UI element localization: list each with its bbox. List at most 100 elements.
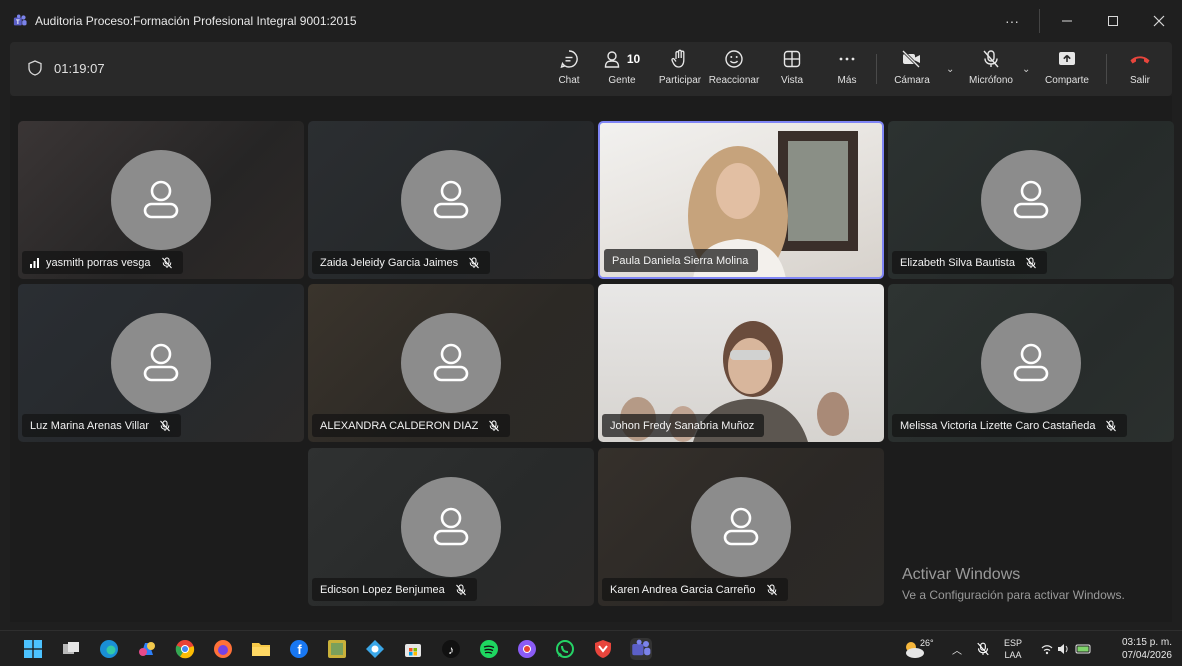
keyboard-layout: LAA	[1004, 650, 1022, 660]
person-icon	[1013, 180, 1049, 219]
avatar	[401, 313, 501, 413]
teams-icon	[632, 639, 651, 656]
participant-tile[interactable]: yasmith porras vesga	[18, 121, 304, 279]
maximize-button[interactable]	[1090, 0, 1136, 42]
raise-hand-button[interactable]: Participar	[654, 46, 706, 92]
clock-time: 03:15 p. m.	[1121, 637, 1172, 648]
taskbar-file-explorer[interactable]	[250, 638, 272, 660]
tray-overflow-chevron-icon[interactable]: ︿	[952, 631, 962, 666]
react-button[interactable]: Reaccionar	[708, 46, 760, 92]
participant-tile[interactable]: Zaida Jeleidy Garcia Jaimes	[308, 121, 594, 279]
people-icon	[604, 51, 620, 68]
weather-widget[interactable]: 26°	[902, 631, 934, 666]
leave-label: Salir	[1129, 75, 1150, 86]
microphone-options-chevron-icon[interactable]: ⌄	[1022, 64, 1030, 75]
taskbar-chrome[interactable]	[174, 638, 196, 660]
mic-off-icon	[1025, 257, 1037, 269]
window-title: Auditoria Proceso:Formación Profesional …	[35, 14, 357, 28]
person-icon	[143, 343, 179, 382]
taskbar-edge[interactable]	[98, 638, 120, 660]
hang-up-icon	[1130, 56, 1150, 64]
name-label: Johon Fredy Sanabria Muñoz	[602, 414, 765, 437]
person-icon	[433, 343, 469, 382]
tray-mic-muted[interactable]	[976, 631, 990, 666]
whatsapp-icon	[556, 640, 574, 658]
participant-name: Melissa Victoria Lizette Caro Castañeda	[900, 419, 1096, 432]
facebook-icon: f	[290, 640, 308, 658]
store-icon	[405, 644, 421, 657]
participate-label: Participar	[658, 75, 702, 86]
mic-off-icon	[766, 584, 778, 596]
language-code: ESP	[1004, 638, 1023, 648]
chat-button[interactable]: Chat	[554, 46, 584, 92]
participant-name: Edicson Lopez Benjumea	[320, 583, 445, 596]
network-volume-battery[interactable]	[1040, 631, 1094, 666]
minimize-icon	[1062, 20, 1072, 22]
participant-video-tile[interactable]: Paula Daniela Sierra Molina	[598, 121, 884, 279]
chat-label: Chat	[558, 75, 580, 86]
tiktok-icon: ♪	[442, 640, 460, 658]
view-button[interactable]: Vista	[778, 46, 806, 92]
avatar	[111, 150, 211, 250]
edge-icon	[100, 640, 118, 658]
window-more-button[interactable]: ···	[989, 0, 1035, 42]
task-view-button[interactable]	[60, 638, 82, 660]
person-icon	[433, 507, 469, 546]
microphone-button[interactable]: Micrófono	[966, 46, 1016, 92]
name-label: ALEXANDRA CALDERON DIAZ	[312, 414, 511, 437]
taskbar-whatsapp[interactable]	[554, 638, 576, 660]
language-indicator[interactable]: ESP LAA	[1004, 631, 1022, 666]
camera-off-icon	[901, 49, 921, 69]
mic-off-icon	[455, 584, 467, 596]
participant-name: Zaida Jeleidy Garcia Jaimes	[320, 256, 459, 269]
close-window-button[interactable]	[1136, 0, 1182, 42]
timer-text: 01:19:07	[54, 60, 105, 76]
camera-button[interactable]: Cámara	[892, 46, 932, 92]
taskbar-teams[interactable]	[630, 638, 652, 660]
name-label: Zaida Jeleidy Garcia Jaimes	[312, 251, 491, 274]
name-label: Edicson Lopez Benjumea	[312, 578, 477, 601]
minimize-button[interactable]	[1044, 0, 1090, 42]
participant-video-tile[interactable]: Johon Fredy Sanabria Muñoz	[598, 284, 884, 442]
share-button[interactable]: Comparte	[1044, 46, 1090, 92]
svg-text:♪: ♪	[448, 643, 454, 657]
windows-logo-icon	[24, 640, 42, 658]
leave-button[interactable]: Salir	[1126, 46, 1154, 92]
participant-tile[interactable]: ALEXANDRA CALDERON DIAZ	[308, 284, 594, 442]
copilot-icon	[139, 642, 155, 656]
taskbar-tiktok[interactable]: ♪	[440, 638, 462, 660]
participant-tile[interactable]: Melissa Victoria Lizette Caro Castañeda	[888, 284, 1174, 442]
participant-tile[interactable]: Edicson Lopez Benjumea	[308, 448, 594, 606]
camera-label: Cámara	[894, 75, 930, 86]
clock[interactable]: 03:15 p. m. 07/04/2026	[1122, 636, 1172, 662]
windows-activation-watermark: Activar Windows Ve a Configuración para …	[902, 566, 1125, 602]
name-label: Elizabeth Silva Bautista	[892, 251, 1047, 274]
people-button[interactable]: 10 Gente	[604, 46, 640, 92]
microphone-off-icon	[983, 50, 999, 68]
name-label: yasmith porras vesga	[22, 251, 183, 274]
participant-tile[interactable]: Karen Andrea Garcia Carreño	[598, 448, 884, 606]
task-view-icon	[63, 642, 79, 654]
taskbar-app-blue[interactable]	[364, 638, 386, 660]
taskbar-photos[interactable]	[326, 638, 348, 660]
taskbar-store[interactable]	[402, 638, 424, 660]
taskbar-facebook[interactable]: f	[288, 638, 310, 660]
more-icon	[839, 57, 855, 61]
taskbar-chrome-profile[interactable]	[516, 638, 538, 660]
camera-options-chevron-icon[interactable]: ⌄	[946, 64, 954, 75]
toolbar-separator-2	[1106, 54, 1107, 84]
taskbar-copilot[interactable]	[136, 638, 158, 660]
participant-name: Karen Andrea Garcia Carreño	[610, 583, 756, 596]
share-screen-icon	[1059, 52, 1075, 65]
name-label: Luz Marina Arenas Villar	[22, 414, 182, 437]
participant-tile[interactable]: Elizabeth Silva Bautista	[888, 121, 1174, 279]
more-button[interactable]: Más	[834, 46, 860, 92]
more-label: Más	[837, 75, 857, 86]
taskbar-spotify[interactable]	[478, 638, 500, 660]
taskbar-firefox[interactable]	[212, 638, 234, 660]
mic-off-icon	[1105, 420, 1117, 432]
shield-icon	[28, 60, 42, 76]
start-button[interactable]	[22, 638, 44, 660]
participant-tile[interactable]: Luz Marina Arenas Villar	[18, 284, 304, 442]
taskbar-mcafee[interactable]	[592, 638, 614, 660]
